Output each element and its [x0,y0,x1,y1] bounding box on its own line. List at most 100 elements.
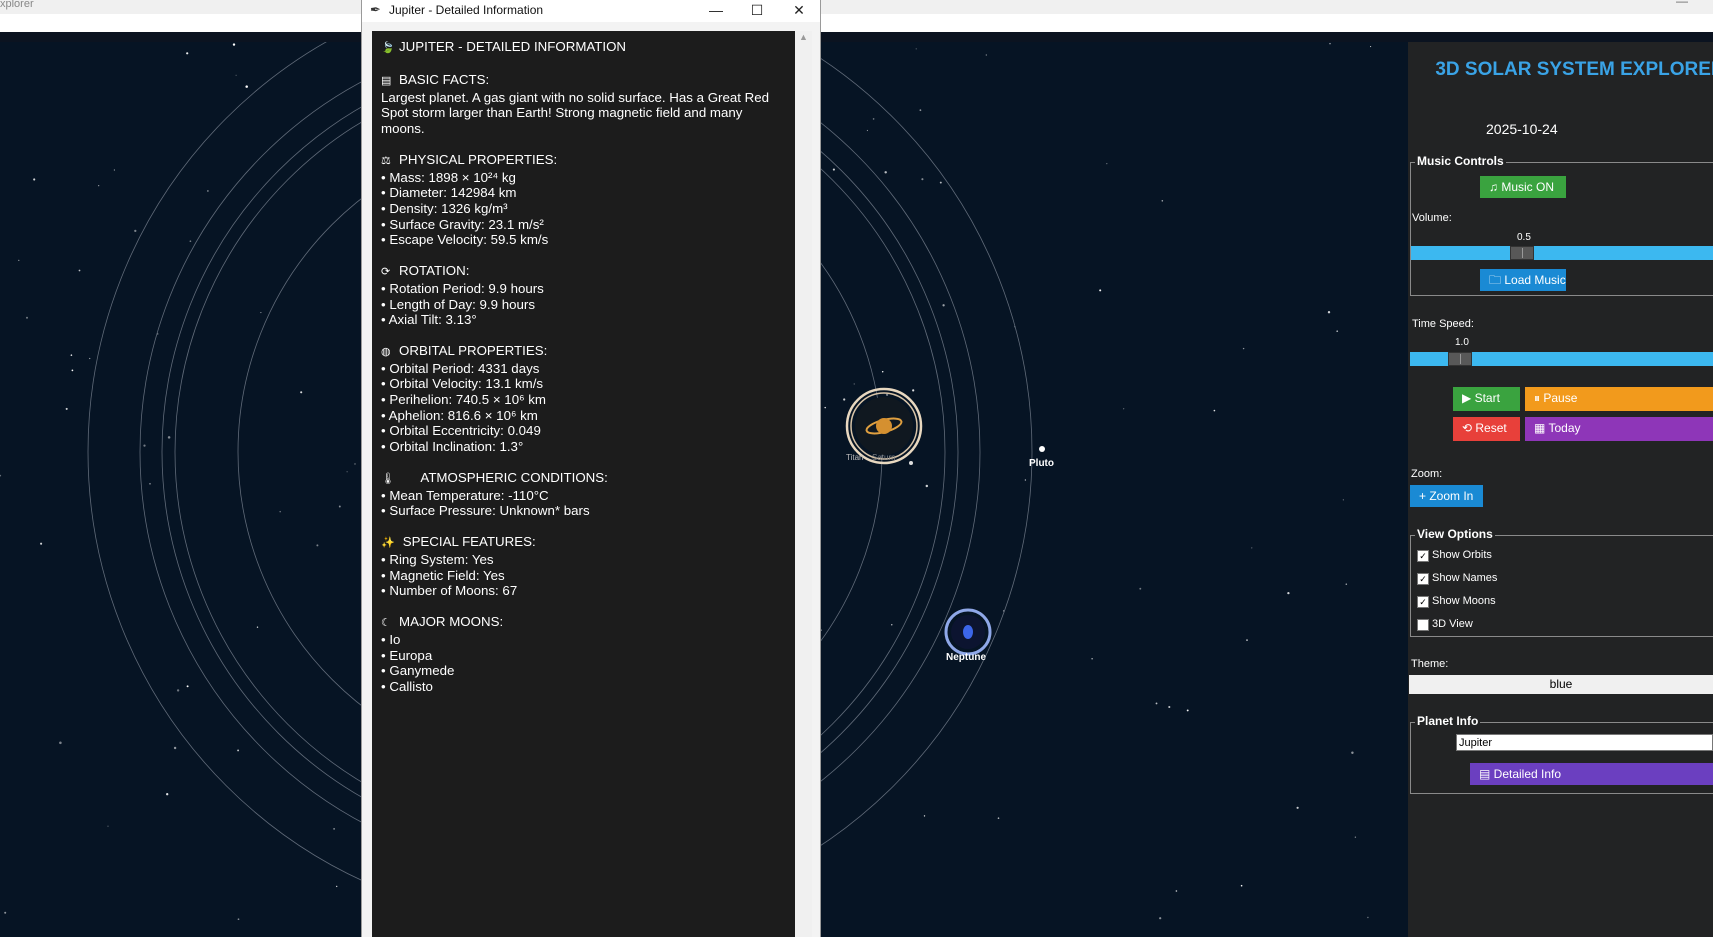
checkbox-show-moons[interactable]: ✓ [1417,596,1429,608]
detail-line-text: • Rotation Period: 9.9 hours [381,280,544,296]
star [919,109,922,112]
star [166,793,169,796]
star [186,52,189,55]
scroll-up-icon[interactable]: ▲ [799,32,808,42]
star [232,43,236,46]
detail-line: • Callisto [381,679,786,695]
star [176,689,180,692]
planet-select-input[interactable] [1456,734,1713,751]
detail-line-text: • Orbital Eccentricity: 0.049 [381,423,541,439]
star [346,471,348,473]
theme-select[interactable]: blue [1409,675,1713,694]
checkbox-label: Show Moons [1432,595,1496,607]
zoom-in-button[interactable]: + Zoom In [1410,485,1483,507]
star [1345,583,1348,585]
start-button[interactable]: ▶ Start [1453,387,1520,411]
star [925,484,929,488]
volume-slider-thumb[interactable] [1510,246,1534,260]
star [1246,639,1248,641]
zoom-in-label: Zoom In [1429,489,1474,503]
volume-slider[interactable] [1411,246,1713,260]
detailed-info-button[interactable]: ▤ Detailed Info [1470,763,1713,785]
detail-line-text: • Ganymede [381,663,455,679]
planet-neptune[interactable] [944,608,992,656]
volume-label: Volume: [1412,212,1452,224]
detail-line: • Density: 1326 kg/m³ [381,201,786,217]
detail-window-titlebar[interactable]: ✒ Jupiter - Detailed Information — ☐ ✕ [362,0,820,22]
detail-text-area[interactable]: 🍃 JUPITER - DETAILED INFORMATION ▤ BASIC FA… [372,31,795,937]
star [923,815,926,817]
detail-line-text: ORBITAL PROPERTIES: [399,343,548,359]
checkbox-3d-view[interactable] [1417,619,1429,631]
time-speed-slider-thumb[interactable] [1448,352,1472,366]
maximize-button[interactable]: ☐ [737,0,777,22]
close-button[interactable]: ✕ [779,0,819,22]
checkbox-show-orbits[interactable]: ✓ [1417,550,1429,562]
time-speed-label: Time Speed: [1412,318,1474,330]
checkbox-show-names[interactable]: ✓ [1417,573,1429,585]
star [1251,547,1253,549]
moon-icon: ☾ [381,617,391,630]
load-music-button[interactable]: 🗀 Load Music [1480,269,1566,291]
detail-line [381,328,786,344]
planet-pluto[interactable] [1039,446,1045,452]
detail-line [381,57,786,73]
detail-line-text: • Number of Moons: 67 [381,583,518,599]
rotate-icon: ⟳ [381,266,391,279]
current-date: 2025-10-24 [1486,121,1558,137]
detail-line-text: ATMOSPHERIC CONDITIONS: [399,470,608,486]
star [1327,310,1331,314]
detail-line-text: • Aphelion: 816.6 × 10⁶ km [381,407,538,423]
detail-line-text: • Europa [381,647,433,663]
star [1287,591,1290,595]
reset-button[interactable]: ⟲ Reset [1453,417,1520,441]
star [59,741,62,745]
today-button[interactable]: ▦ Today [1525,417,1713,441]
star [985,54,987,56]
detail-line-text: • Ring System: Yes [381,552,494,567]
star [40,542,43,545]
detail-section-heading: ⟳ ROTATION: [381,263,786,281]
planet-label-saturn: Saturn [872,453,896,462]
detail-line: • Io [381,632,786,648]
main-window-title: xplorer [0,0,34,10]
detail-line: • Number of Moons: 67 [381,583,786,599]
detail-line-text: • Io [381,631,401,647]
detail-line: • Surface Pressure: Unknown* bars [381,503,786,519]
star [1168,705,1171,709]
menu-strip [0,14,1713,32]
detail-section-heading: ◍ ORBITAL PROPERTIES: [381,343,786,361]
detail-window[interactable]: ✒ Jupiter - Detailed Information — ☐ ✕ 🍃… [361,0,821,937]
star [1161,200,1164,202]
detail-line-text: • Escape Velocity: 59.5 km/s [381,232,549,248]
moon-label-titan: Titan [846,453,864,462]
memo-icon: ▤ [381,75,392,88]
pause-button[interactable]: ⏸ Pause [1525,387,1713,411]
star [921,178,924,181]
star [1099,289,1102,292]
detail-text: 🍃 JUPITER - DETAILED INFORMATION ▤ BASIC FA… [381,39,786,694]
star [1296,806,1299,809]
star [881,371,884,373]
star [300,391,303,394]
main-window-titlebar: xplorer — [0,0,1713,14]
vertical-scrollbar[interactable]: ▲ [795,31,812,937]
star [237,918,240,921]
minimize-button[interactable]: — [696,0,736,22]
detail-line-text: • Axial Tilt: 3.13° [381,312,477,328]
star [1186,709,1189,712]
detail-line: Largest planet. A gas giant with no soli… [381,90,786,137]
detail-line-text: ROTATION: [399,263,470,279]
volume-value: 0.5 [1517,232,1531,243]
minimize-icon[interactable]: — [1676,0,1688,8]
detail-line: • Axial Tilt: 3.13° [381,312,786,328]
star [832,168,835,171]
star [1159,917,1162,920]
sparkles-icon: ✨ [381,537,395,550]
detail-line: • Orbital Velocity: 13.1 km/s [381,376,786,392]
music-toggle-button[interactable]: ♫ Music ON [1480,176,1566,198]
star [1213,409,1216,412]
detail-line-text: MAJOR MOONS: [399,614,504,630]
detail-section-heading: ▤ BASIC FACTS: [381,72,786,90]
detail-line: • Perihelion: 740.5 × 10⁶ km [381,392,786,408]
